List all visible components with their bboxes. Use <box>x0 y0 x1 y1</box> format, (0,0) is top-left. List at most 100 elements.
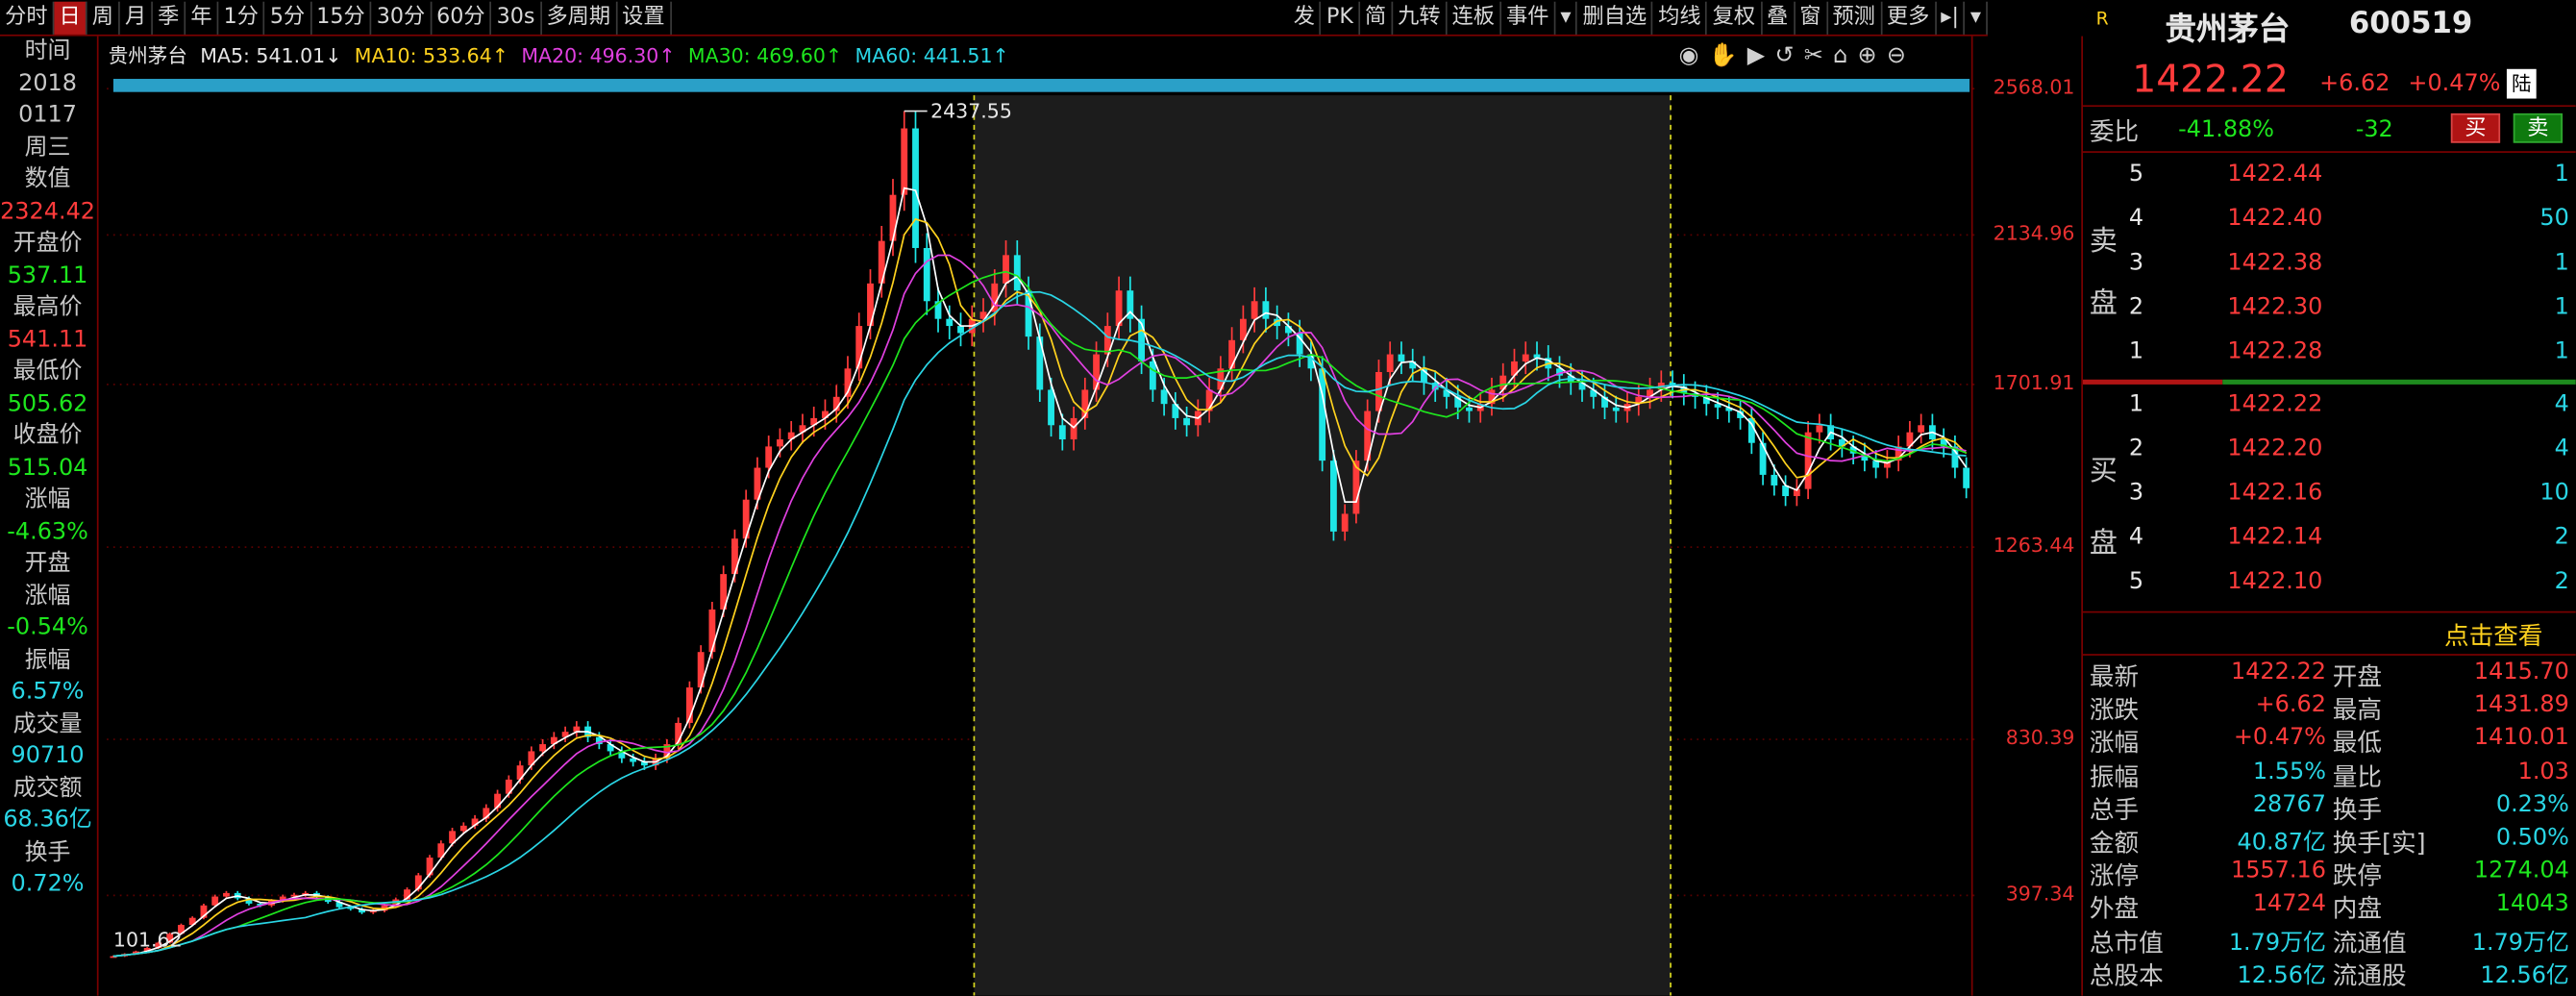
info-item: 505.62 <box>7 389 88 417</box>
stat-label: 跌停 <box>2332 860 2383 891</box>
tool-button-4[interactable]: 连板 <box>1447 0 1501 35</box>
sell-volume: 1 <box>2554 161 2569 187</box>
candle-body <box>1612 407 1620 411</box>
tool-button-1[interactable]: PK <box>1322 0 1360 35</box>
sell-price[interactable]: 1422.40 <box>2227 206 2322 232</box>
candle-body <box>946 318 954 327</box>
buy-price[interactable]: 1422.10 <box>2227 568 2322 594</box>
period-tab-4[interactable]: 季 <box>153 0 186 35</box>
period-tab-6[interactable]: 1分 <box>218 0 265 35</box>
tool-button-9[interactable]: 复权 <box>1707 0 1762 35</box>
info-item: 周三 <box>24 134 71 161</box>
stat-value: 1410.01 <box>2473 725 2569 752</box>
period-tab-7[interactable]: 5分 <box>265 0 312 35</box>
info-item: -0.54% <box>7 614 88 641</box>
sell-volume: 1 <box>2554 249 2569 277</box>
tool-button-15[interactable]: ▾ <box>1966 0 1988 35</box>
y-tick-label: 397.34 <box>2005 882 2075 906</box>
lock-icon[interactable]: ⌂ <box>1833 42 1857 68</box>
buy-price[interactable]: 1422.20 <box>2227 436 2322 461</box>
candle-body <box>1058 425 1066 440</box>
stock-name-label: 贵州茅台 <box>108 44 187 68</box>
zoom-in-icon[interactable]: ⊕ <box>1858 42 1887 68</box>
info-item: 2324.42 <box>0 197 96 225</box>
buy-level: 5 <box>2128 568 2144 595</box>
buy-button[interactable]: 买 <box>2450 112 2501 143</box>
candlestick-chart[interactable]: 2437.55 101.62 <box>99 37 1988 996</box>
period-tab-13[interactable]: 设置 <box>617 0 672 35</box>
click-view-link[interactable]: 点击查看 <box>2444 618 2543 653</box>
weibi-diff: -32 <box>2355 116 2393 143</box>
candle-body <box>1262 301 1270 319</box>
stat-value: 12.56亿 <box>2237 962 2326 989</box>
candle-body <box>765 446 773 468</box>
sell-price[interactable]: 1422.28 <box>2227 338 2322 364</box>
period-tab-12[interactable]: 多周期 <box>541 0 617 35</box>
tool-button-6[interactable]: ▾ <box>1555 0 1578 35</box>
sell-label-1: 卖 <box>2089 225 2118 259</box>
info-item: -4.63% <box>7 518 88 545</box>
tool-button-3[interactable]: 九转 <box>1393 0 1448 35</box>
zoom-out-icon[interactable]: ⊖ <box>1887 42 1916 68</box>
buy-volume: 2 <box>2554 524 2569 551</box>
buy-level: 1 <box>2128 390 2144 418</box>
info-item: 涨幅 <box>24 486 71 513</box>
buy-price[interactable]: 1422.14 <box>2227 524 2322 550</box>
stat-label: 总股本 <box>2089 960 2164 991</box>
sell-price[interactable]: 1422.30 <box>2227 294 2322 320</box>
tool-button-12[interactable]: 预测 <box>1827 0 1882 35</box>
candle-body <box>1251 301 1258 319</box>
back-icon[interactable]: ↺ <box>1774 42 1803 68</box>
candle-body <box>1003 255 1009 284</box>
candle-body <box>1398 354 1405 361</box>
tool-button-8[interactable]: 均线 <box>1653 0 1708 35</box>
price-change: +6.62 <box>2319 70 2390 97</box>
period-tab-8[interactable]: 15分 <box>311 0 372 35</box>
stat-value: 0.50% <box>2495 824 2569 852</box>
stat-label: 外盘 <box>2089 894 2140 925</box>
sell-level: 5 <box>2128 161 2144 187</box>
tool-button-10[interactable]: 叠 <box>1762 0 1796 35</box>
scissors-icon[interactable]: ✂ <box>1804 42 1833 68</box>
period-tab-9[interactable]: 30分 <box>372 0 433 35</box>
candle-body <box>539 744 547 752</box>
tool-button-5[interactable]: 事件 <box>1501 0 1556 35</box>
tool-button-0[interactable]: 发 <box>1289 0 1322 35</box>
candle-body <box>1048 389 1054 426</box>
stat-value: 1.03 <box>2517 758 2569 785</box>
hand-icon[interactable]: ✋ <box>1709 42 1747 68</box>
candle-body <box>923 247 930 302</box>
period-tab-10[interactable]: 60分 <box>432 0 492 35</box>
chart-tools: ◉✋▶↺✂⌂⊕⊖ <box>1679 42 1917 68</box>
period-tab-5[interactable]: 年 <box>186 0 219 35</box>
period-toolbar: 分时日周月季年 1分 5分 15分 30分 60分 30s 多周期 设置发 PK 简九转 连板 事件 ▾ 删… <box>0 0 1988 37</box>
buy-price[interactable]: 1422.16 <box>2227 480 2322 506</box>
tool-button-14[interactable]: ▸| <box>1936 0 1966 35</box>
stat-label: 换手 <box>2332 794 2383 825</box>
sell-button[interactable]: 卖 <box>2513 112 2564 143</box>
selected-range <box>974 95 1672 996</box>
eye-icon[interactable]: ◉ <box>1679 42 1709 68</box>
sell-price[interactable]: 1422.38 <box>2227 250 2322 276</box>
tool-button-11[interactable]: 窗 <box>1795 0 1828 35</box>
info-item: 收盘价 <box>12 422 83 449</box>
sell-price[interactable]: 1422.44 <box>2227 161 2322 187</box>
tool-button-7[interactable]: 删自选 <box>1577 0 1654 35</box>
stat-value: 1422.22 <box>2230 659 2326 685</box>
buy-price[interactable]: 1422.22 <box>2227 391 2322 417</box>
tool-button-2[interactable]: 简 <box>1360 0 1394 35</box>
tool-button-13[interactable]: 更多 <box>1882 0 1937 35</box>
period-tab-11[interactable]: 30s <box>491 0 542 35</box>
period-tab-1[interactable]: 日 <box>54 0 87 35</box>
period-tab-3[interactable]: 月 <box>120 0 154 35</box>
candle-body <box>1160 389 1168 405</box>
candle-body <box>1816 425 1823 433</box>
info-item: 0.72% <box>11 870 85 898</box>
sell-level: 1 <box>2128 338 2144 365</box>
period-tab-0[interactable]: 分时 <box>0 0 55 35</box>
candle-body <box>1036 336 1044 390</box>
play-icon[interactable]: ▶ <box>1747 42 1775 68</box>
stat-value: 28767 <box>2252 791 2326 818</box>
period-tab-2[interactable]: 周 <box>87 0 120 35</box>
stat-value: 0.23% <box>2495 791 2569 818</box>
